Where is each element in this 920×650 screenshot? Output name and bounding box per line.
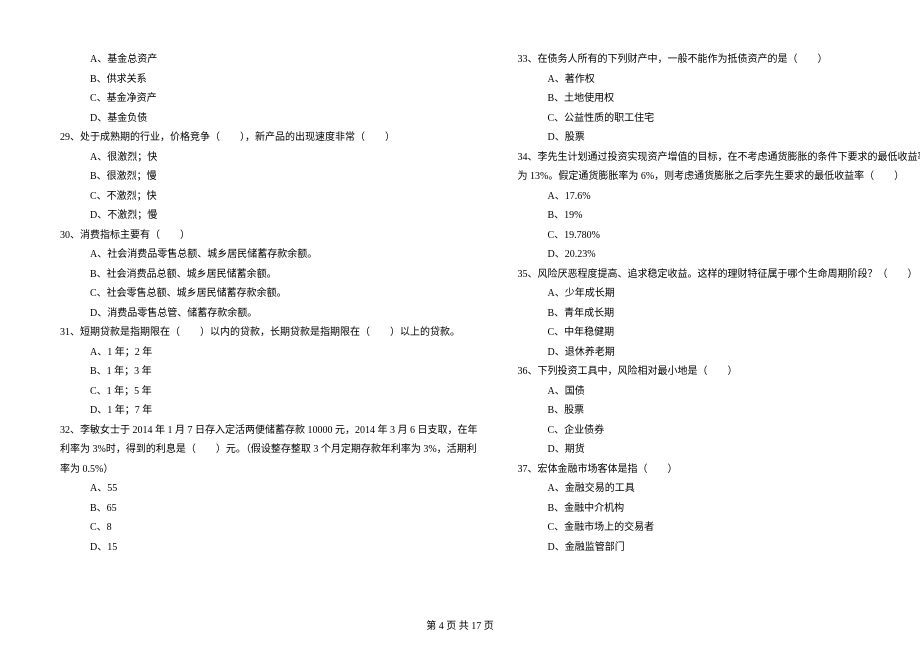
option: B、股票	[508, 401, 920, 421]
question-34-line1: 34、李先生计划通过投资实现资产增值的目标，在不考虑通货膨胀的条件下要求的最低收…	[508, 148, 920, 168]
option: B、土地使用权	[508, 89, 920, 109]
option: A、社会消费品零售总额、城乡居民储蓄存款余额。	[50, 245, 478, 265]
question-31: 31、短期贷款是指期限在（ ）以内的贷款，长期贷款是指期限在（ ）以上的贷款。	[50, 323, 478, 343]
option: B、很激烈；慢	[50, 167, 478, 187]
right-column: 33、在债务人所有的下列财产中，一般不能作为抵债资产的是（ ） A、著作权 B、…	[508, 50, 920, 610]
option: A、17.6%	[508, 187, 920, 207]
option: A、金融交易的工具	[508, 479, 920, 499]
option: B、青年成长期	[508, 304, 920, 324]
question-34-line2: 为 13%。假定通货膨胀率为 6%，则考虑通货膨胀之后李先生要求的最低收益率（ …	[508, 167, 920, 187]
question-37: 37、宏体金融市场客体是指（ ）	[508, 460, 920, 480]
option: C、不激烈；快	[50, 187, 478, 207]
option: A、少年成长期	[508, 284, 920, 304]
option: C、1 年；5 年	[50, 382, 478, 402]
option: D、15	[50, 538, 478, 558]
option: A、基金总资产	[50, 50, 478, 70]
option: C、中年稳健期	[508, 323, 920, 343]
option: A、著作权	[508, 70, 920, 90]
option: D、不激烈；慢	[50, 206, 478, 226]
two-column-layout: A、基金总资产 B、供求关系 C、基金净资产 D、基金负债 29、处于成熟期的行…	[50, 50, 870, 610]
left-column: A、基金总资产 B、供求关系 C、基金净资产 D、基金负债 29、处于成熟期的行…	[50, 50, 478, 610]
option: C、19.780%	[508, 226, 920, 246]
option: A、1 年；2 年	[50, 343, 478, 363]
option: D、20.23%	[508, 245, 920, 265]
option: D、退休养老期	[508, 343, 920, 363]
option: D、消费品零售总管、储蓄存款余额。	[50, 304, 478, 324]
question-35: 35、风险厌恶程度提高、追求稳定收益。这样的理财特征属于哪个生命周期阶段？（ ）	[508, 265, 920, 285]
option: D、股票	[508, 128, 920, 148]
option: D、金融监管部门	[508, 538, 920, 558]
option: B、1 年；3 年	[50, 362, 478, 382]
option: D、基金负债	[50, 109, 478, 129]
option: C、企业债券	[508, 421, 920, 441]
option: A、很激烈；快	[50, 148, 478, 168]
option: D、1 年；7 年	[50, 401, 478, 421]
option: C、金融市场上的交易者	[508, 518, 920, 538]
option: C、社会零售总额、城乡居民储蓄存款余额。	[50, 284, 478, 304]
question-36: 36、下列投资工具中，风险相对最小地是（ ）	[508, 362, 920, 382]
option: B、金融中介机构	[508, 499, 920, 519]
question-29: 29、处于成熟期的行业，价格竞争（ ），新产品的出现速度非常（ ）	[50, 128, 478, 148]
option: B、65	[50, 499, 478, 519]
option: B、供求关系	[50, 70, 478, 90]
option: D、期货	[508, 440, 920, 460]
page-footer: 第 4 页 共 17 页	[0, 617, 920, 632]
option: C、基金净资产	[50, 89, 478, 109]
question-33: 33、在债务人所有的下列财产中，一般不能作为抵债资产的是（ ）	[508, 50, 920, 70]
option: C、公益性质的职工住宅	[508, 109, 920, 129]
question-30: 30、消费指标主要有（ ）	[50, 226, 478, 246]
option: A、55	[50, 479, 478, 499]
question-32-line3: 率为 0.5%）	[50, 460, 478, 480]
option: B、19%	[508, 206, 920, 226]
option: C、8	[50, 518, 478, 538]
question-32-line1: 32、李敏女士于 2014 年 1 月 7 日存入定活两便储蓄存款 10000 …	[50, 421, 478, 441]
question-32-line2: 利率为 3%时，得到的利息是（ ）元。（假设整存整取 3 个月定期存款年利率为 …	[50, 440, 478, 460]
option: A、国债	[508, 382, 920, 402]
option: B、社会消费品总额、城乡居民储蓄余额。	[50, 265, 478, 285]
